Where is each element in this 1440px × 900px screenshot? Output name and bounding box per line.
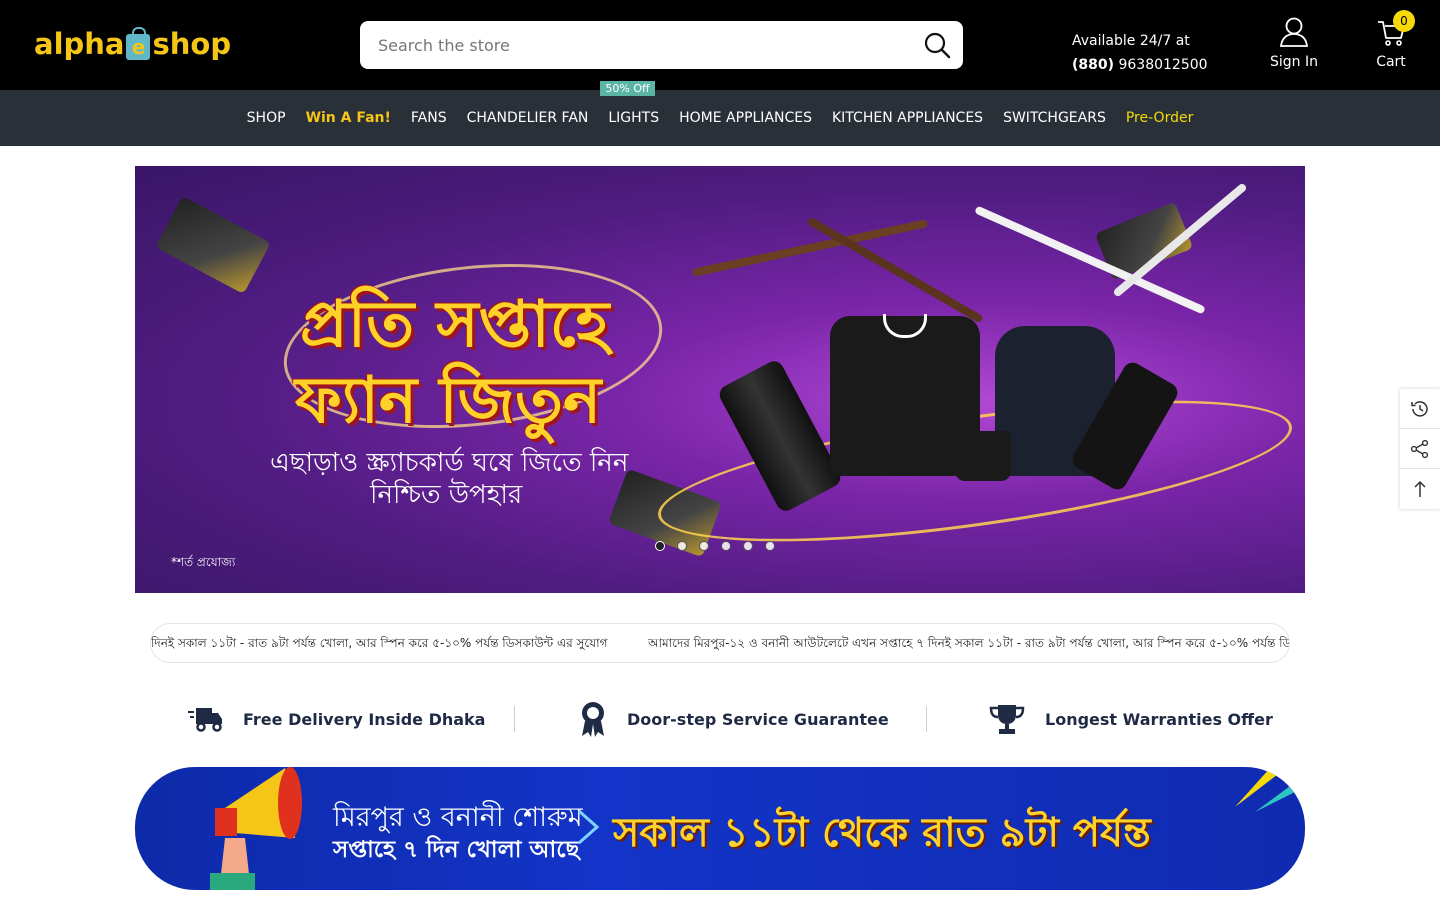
slider-dot[interactable] xyxy=(743,541,753,551)
slider-dot[interactable] xyxy=(655,541,665,551)
marquee-text: দিনই সকাল ১১টা - রাত ৯টা পর্যন্ত খোলা, আ… xyxy=(151,636,608,650)
promo-open-days-text: সপ্তাহে ৭ দিন খোলা আছে xyxy=(333,837,580,863)
discount-badge: 50% Off xyxy=(600,81,655,96)
nav-item-shop[interactable]: SHOP xyxy=(247,110,286,126)
feature-label: Door-step Service Guarantee xyxy=(627,709,889,729)
share-button[interactable] xyxy=(1400,429,1440,469)
hero-subtitle-line2: নিশ্চিত উপহার xyxy=(370,480,523,510)
main-navigation: SHOP Win A Fan! FANS CHANDELIER FAN 50% … xyxy=(0,81,1440,146)
site-header: alpha e shop Available 24/7 at (880) 963… xyxy=(0,0,1440,90)
nav-item-lights[interactable]: 50% Off LIGHTS xyxy=(600,81,660,126)
slider-dot[interactable] xyxy=(699,541,709,551)
site-logo[interactable]: alpha e shop xyxy=(34,22,231,66)
availability-label: Available 24/7 at xyxy=(1072,33,1190,49)
feature-divider xyxy=(514,706,515,732)
chevron-right-icon xyxy=(578,809,600,845)
feature-free-delivery: Free Delivery Inside Dhaka xyxy=(187,698,485,740)
award-ribbon-icon xyxy=(582,702,604,737)
recently-viewed-icon xyxy=(1411,400,1428,417)
nav-item-lights-label: LIGHTS xyxy=(608,110,660,126)
megaphone-icon xyxy=(210,767,302,890)
nav-item-chandelier-fan[interactable]: CHANDELIER FAN xyxy=(467,110,589,126)
cart-button[interactable]: 0 Cart xyxy=(1368,10,1415,70)
search-bar xyxy=(360,21,963,69)
mug-image xyxy=(955,431,1011,481)
nav-item-switchgears[interactable]: SWITCHGEARS xyxy=(1003,110,1106,126)
logo-text-shop: shop xyxy=(152,27,232,61)
back-to-top-button[interactable] xyxy=(1400,469,1440,509)
cart-label: Cart xyxy=(1376,54,1406,70)
confetti-decoration xyxy=(1235,767,1305,812)
announcement-marquee: দিনই সকাল ১১টা - রাত ৯টা পর্যন্ত খোলা, আ… xyxy=(150,623,1290,663)
showroom-promo-banner[interactable]: মিরপুর ও বনানী শোরুম সপ্তাহে ৭ দিন খোলা … xyxy=(135,767,1305,890)
delivery-truck-icon xyxy=(188,708,222,732)
slider-dot[interactable] xyxy=(765,541,775,551)
nav-item-kitchen-appliances[interactable]: KITCHEN APPLIANCES xyxy=(832,110,983,126)
hero-banner-slider[interactable]: প্রতি সপ্তাহে ফ্যান জিতুন এছাড়াও স্ক্র্… xyxy=(135,166,1305,593)
feature-label: Longest Warranties Offer xyxy=(1045,709,1273,729)
arrow-up-icon xyxy=(1414,480,1426,497)
cart-count-badge: 0 xyxy=(1393,10,1415,32)
feature-label: Free Delivery Inside Dhaka xyxy=(243,709,486,729)
nav-item-home-appliances[interactable]: HOME APPLIANCES xyxy=(679,110,812,126)
nav-item-win-a-fan[interactable]: Win A Fan! xyxy=(306,110,391,126)
sign-in-label: Sign In xyxy=(1270,54,1318,70)
share-icon xyxy=(1410,439,1429,458)
scratch-card-image xyxy=(155,195,271,295)
nav-item-fans[interactable]: FANS xyxy=(411,110,447,126)
trophy-icon xyxy=(989,705,1025,734)
feature-warranties: Longest Warranties Offer xyxy=(989,698,1273,740)
promo-hours-text: সকাল ১১টা থেকে রাত ৯টা পর্যন্ত xyxy=(613,810,1151,856)
recently-viewed-button[interactable] xyxy=(1400,389,1440,429)
feature-strip: Free Delivery Inside Dhaka Door-step Ser… xyxy=(135,698,1305,740)
slider-pagination xyxy=(655,541,775,551)
phone-number: 9638012500 xyxy=(1118,57,1208,73)
logo-text-alpha: alpha xyxy=(34,27,125,61)
shopping-bag-logo-icon: e xyxy=(126,27,151,60)
user-icon xyxy=(1279,17,1309,47)
side-toolbar xyxy=(1400,389,1440,509)
hero-terms-note: *শর্ত প্রযোজ্য xyxy=(171,555,236,569)
phone-prefix: (880) xyxy=(1072,57,1115,73)
nav-item-pre-order[interactable]: Pre-Order xyxy=(1126,110,1193,126)
feature-divider xyxy=(926,706,927,732)
feature-service-guarantee: Door-step Service Guarantee xyxy=(579,698,889,740)
marquee-text: আমাদের মিরপুর-১২ ও বনানী আউটলেটে এখন সপ্… xyxy=(648,636,1289,650)
support-phone[interactable]: (880) 9638012500 xyxy=(1072,53,1208,77)
slider-dot[interactable] xyxy=(721,541,731,551)
slider-dot[interactable] xyxy=(677,541,687,551)
sign-in-button[interactable]: Sign In xyxy=(1266,16,1322,70)
search-input[interactable] xyxy=(360,21,900,69)
support-availability: Available 24/7 at (880) 9638012500 xyxy=(1072,29,1208,77)
search-icon[interactable] xyxy=(923,31,951,59)
